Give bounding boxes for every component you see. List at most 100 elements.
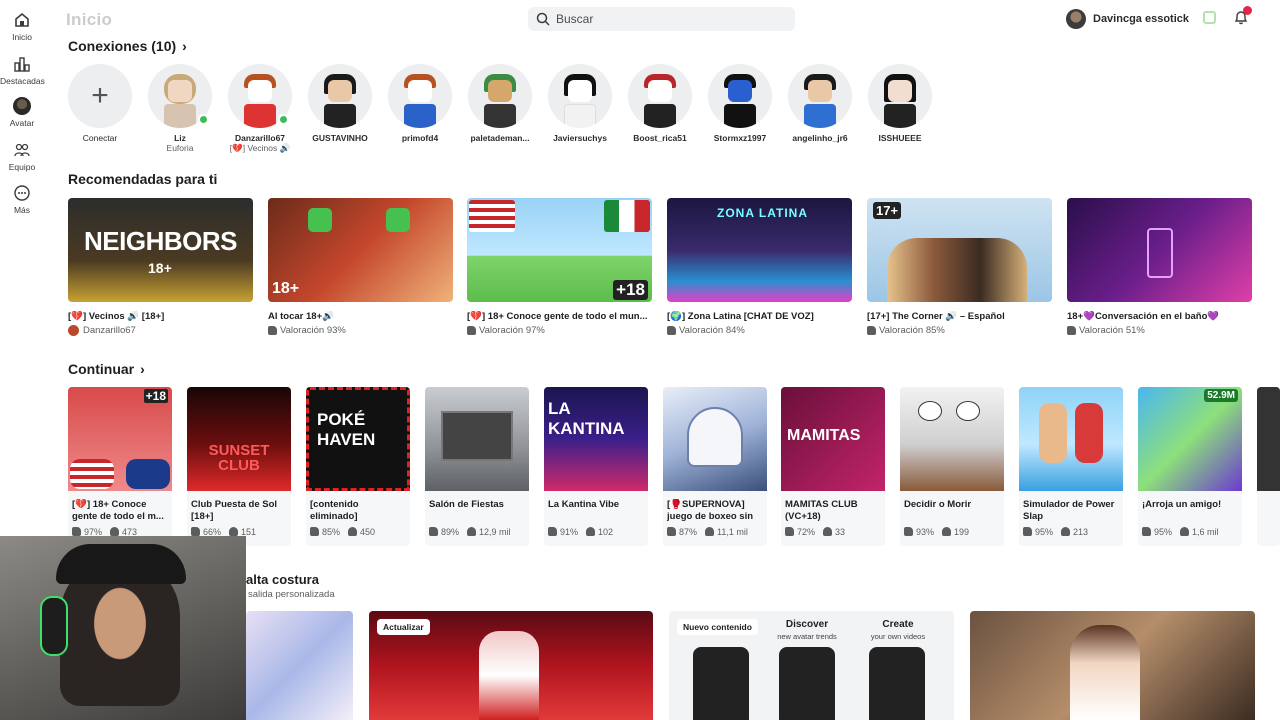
connect-button[interactable]: + Conectar — [67, 64, 133, 143]
webcam-overlay — [0, 536, 246, 720]
connection-avatar — [388, 64, 452, 128]
connection-item[interactable]: Danzarillo67 [💔] Vecinos 🔊 — [227, 64, 293, 154]
connection-item[interactable]: ISSHUEEE — [867, 64, 933, 143]
experience-meta: Danzarillo67 — [68, 325, 253, 336]
experience-card[interactable]: +18 [💔] 18+ Conoce gente de todo el mun.… — [467, 198, 652, 336]
continue-card-title: Decidir o Morir — [904, 499, 972, 510]
card-players: 11,1 mil — [717, 527, 748, 537]
card-rating: 87% — [679, 527, 698, 537]
continue-card[interactable]: +18 [💔] 18+ Conoce gente de todo el m...… — [68, 387, 172, 546]
connection-item[interactable]: Boost_rica51 — [627, 64, 693, 143]
thought-bubble-icon — [918, 401, 942, 421]
continue-card[interactable]: Simulador de Power Slap 95% 213 — [1019, 387, 1123, 546]
connection-item[interactable]: Javiersuchys — [547, 64, 613, 143]
experience-title: Al tocar 18+🔊 — [268, 311, 334, 322]
continue-card-stats: 93% 199 — [904, 527, 1000, 537]
charts-icon — [14, 57, 30, 72]
continue-card[interactable]: Salón de Fiestas 89% 12,9 mil — [425, 387, 529, 546]
continue-card[interactable]: LA KANTINA La Kantina Vibe 91% 102 — [544, 387, 648, 546]
continue-card[interactable]: POKÉ HAVEN [contenido eliminado] 85% 450 — [306, 387, 410, 546]
nav-item-more[interactable]: Más — [0, 184, 44, 215]
connections-header[interactable]: Conexiones (10) › — [68, 38, 187, 54]
section-subtitle: salida personalizada — [248, 589, 335, 600]
recommended-header: Recomendadas para ti — [68, 171, 217, 187]
plus-icon: + — [91, 79, 109, 112]
connection-item[interactable]: angelinho_jr6 — [787, 64, 853, 143]
thumbnail-text: 52.9M — [1204, 389, 1238, 402]
avatar-head — [328, 80, 352, 102]
connection-avatar — [548, 64, 612, 128]
nav-item-home[interactable]: Inicio — [0, 11, 44, 42]
continue-card-stats: 72% 33 — [785, 527, 881, 537]
connection-item[interactable]: GUSTAVINHO — [307, 64, 373, 143]
online-indicator — [278, 114, 289, 125]
thumbs-up-icon — [548, 527, 557, 536]
robux-icon[interactable] — [1203, 11, 1216, 24]
discover-title: Discover — [785, 619, 829, 630]
uk-flag-icon — [126, 459, 170, 489]
nav-item-group[interactable]: Equipo — [0, 141, 44, 172]
avatar-body — [724, 104, 756, 128]
avatar-head — [808, 80, 832, 102]
more-icon — [14, 185, 30, 201]
new-content-badge: Nuevo contenido — [677, 619, 758, 635]
promo-card[interactable]: Nuevo contenido Discover new avatar tren… — [669, 611, 954, 720]
continue-header[interactable]: Continuar › — [68, 361, 145, 377]
us-flag-icon — [469, 200, 515, 232]
continue-card[interactable]: [🥊SUPERNOVA] juego de boxeo sin ... 87% 1… — [663, 387, 767, 546]
continue-card[interactable]: 52.9M ¡Arroja un amigo! 95% 1,6 mil — [1138, 387, 1242, 546]
section-title: alta costura — [246, 572, 319, 587]
experience-card[interactable]: 18+💜Conversación en el baño💜 Valoración … — [1067, 198, 1252, 336]
notification-badge — [1243, 6, 1252, 15]
avatar-head — [488, 80, 512, 102]
players-icon — [586, 527, 596, 536]
thought-bubble-icon — [956, 401, 980, 421]
experience-title: 18+💜Conversación en el baño💜 — [1067, 311, 1220, 322]
continue-card[interactable]: Decidir o Morir 93% 199 — [900, 387, 1004, 546]
experience-card[interactable]: 18+ Al tocar 18+🔊 Valoración 93% — [268, 198, 453, 336]
thumbnail-text: SUNSET CLUB — [208, 442, 270, 474]
continue-card[interactable]: MAMITAS MAMITAS CLUB (VC+18) 72% 33 — [781, 387, 885, 546]
avatar-head — [168, 80, 192, 102]
connection-avatar — [708, 64, 772, 128]
search-bar[interactable]: Buscar — [528, 7, 795, 31]
connection-status: Euforia — [166, 143, 194, 153]
thumbnail-text: 18+ — [272, 280, 300, 297]
connection-item[interactable]: Liz Euforia — [147, 64, 213, 153]
create-subtitle: your own videos — [870, 632, 926, 641]
continue-card-partial[interactable] — [1257, 387, 1280, 546]
experience-rating: Valoración 51% — [1079, 325, 1145, 336]
continue-thumbnail: LA KANTINA — [544, 387, 648, 491]
promo-card[interactable] — [246, 611, 353, 720]
connection-item[interactable]: primofd4 — [387, 64, 453, 143]
thumbs-up-icon — [1142, 527, 1151, 536]
experience-thumbnail: 17+ — [867, 198, 1052, 302]
experience-title: [🌍] Zona Latina [CHAT DE VOZ] — [667, 311, 814, 322]
continue-thumbnail — [1257, 387, 1280, 491]
connection-name: ISSHUEEE — [878, 133, 922, 143]
character-illustration — [1070, 625, 1140, 720]
card-rating: 85% — [322, 527, 341, 537]
mexico-flag-icon — [604, 200, 650, 232]
players-icon — [705, 527, 715, 536]
promo-card[interactable] — [970, 611, 1255, 720]
experience-card[interactable]: 17+ [17+] The Corner 🔊 – Español Valorac… — [867, 198, 1052, 336]
nav-item-charts[interactable]: Destacadas — [0, 55, 45, 86]
restroom-sign-icon — [1147, 228, 1173, 278]
continue-card[interactable]: SUNSET CLUB Club Puesta de Sol [18+] 66%… — [187, 387, 291, 546]
discover-subtitle: new avatar trends — [777, 632, 837, 641]
user-menu[interactable]: Davincga essotick — [1066, 7, 1189, 31]
continue-card-stats: 95% 213 — [1023, 527, 1119, 537]
experience-creator: Danzarillo67 — [83, 325, 136, 336]
connection-name: primofd4 — [401, 133, 439, 143]
experience-card[interactable]: NEIGHBORS 18+ [💔] Vecinos 🔊 [18+] Danzar… — [68, 198, 253, 336]
add-connection-circle: + — [68, 64, 132, 128]
card-rating: 89% — [441, 527, 460, 537]
card-players: 213 — [1073, 527, 1089, 537]
avatar-icon — [13, 97, 31, 115]
connection-item[interactable]: paletademan... — [467, 64, 533, 143]
nav-item-avatar[interactable]: Avatar — [0, 97, 44, 128]
experience-card[interactable]: ZONA LATINA [🌍] Zona Latina [CHAT DE VOZ… — [667, 198, 852, 336]
connection-item[interactable]: Stormxz1997 — [707, 64, 773, 143]
promo-card[interactable]: Actualizar — [369, 611, 653, 720]
